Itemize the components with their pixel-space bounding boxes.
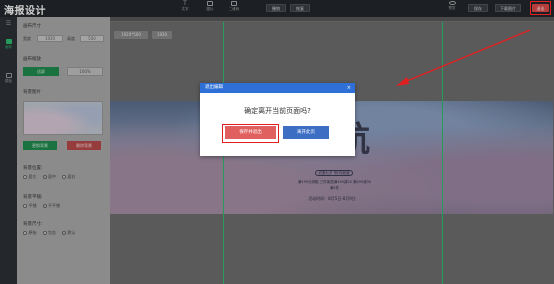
dialog-message: 确定离开当前页面吗? (244, 107, 311, 115)
dialog-header: 退出编辑 × (200, 83, 355, 93)
close-icon[interactable]: × (347, 83, 351, 93)
exit-highlight-box (530, 1, 551, 15)
dialog-title: 退出编辑 (205, 85, 223, 90)
exit-confirm-dialog: 退出编辑 × 确定离开当前页面吗? 保存并退出 离开此页 (200, 83, 355, 156)
leave-page-button[interactable]: 离开此页 (283, 126, 329, 139)
save-exit-highlight-box (222, 124, 279, 143)
